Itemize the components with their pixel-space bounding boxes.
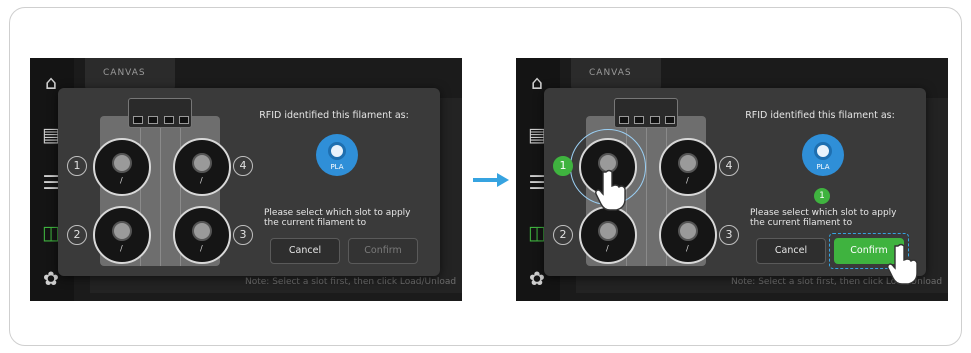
slot-number-4[interactable]: 4 (719, 156, 739, 176)
filament-label: PLA (330, 163, 344, 171)
spool-slot-3[interactable]: / (659, 206, 717, 264)
pla-filament-icon: PLA (802, 134, 844, 176)
filament-label: PLA (816, 163, 830, 171)
cancel-button[interactable]: Cancel (270, 238, 340, 264)
slot-number-1-selected[interactable]: 1 (553, 156, 573, 176)
cancel-button[interactable]: Cancel (756, 238, 826, 264)
slot-prompt: Please select which slot to apply the cu… (750, 208, 897, 228)
confirm-button-disabled[interactable]: Confirm (348, 238, 418, 264)
slot-number-4[interactable]: 4 (233, 156, 253, 176)
slot-number-3[interactable]: 3 (719, 225, 739, 245)
spool-slot-4[interactable]: / (659, 138, 717, 196)
tab-canvas-label: CANVAS (589, 68, 632, 78)
printer-screen-before: ⌂ ▤ ☰ ◫ ✿ CANVAS Note: Select a slot fir… (30, 58, 462, 301)
canvas-hub (128, 98, 192, 128)
footer-note: Note: Select a slot first, then click Lo… (245, 277, 457, 287)
tab-canvas-label: CANVAS (103, 68, 146, 78)
dialog-title: RFID identified this filament as: (259, 110, 409, 121)
tab-canvas[interactable]: CANVAS (571, 58, 661, 90)
pla-filament-icon: PLA (316, 134, 358, 176)
dialog-title: RFID identified this filament as: (745, 110, 895, 121)
slot-number-2[interactable]: 2 (553, 225, 573, 245)
right-arrow-icon (473, 173, 509, 187)
slot-number-1[interactable]: 1 (67, 156, 87, 176)
rfid-dialog: / / / / 1 4 2 3 RFID identified this fil… (58, 88, 440, 276)
spool-slot-2[interactable]: / (579, 206, 637, 264)
slot-number-2[interactable]: 2 (67, 225, 87, 245)
canvas-hub (614, 98, 678, 128)
spool-slot-1[interactable]: / (93, 138, 151, 196)
slot-prompt: Please select which slot to apply the cu… (264, 208, 411, 228)
tap-hand-icon (887, 243, 918, 285)
spool-slot-2[interactable]: / (93, 206, 151, 264)
spool-slot-4[interactable]: / (173, 138, 231, 196)
tap-hand-icon (595, 169, 626, 211)
rfid-dialog: / / / / 1 4 2 3 RFID identified this fil… (544, 88, 926, 285)
printer-screen-after: ⌂ ▤ ☰ ◫ ✿ CANVAS Note: Select a slot fir… (516, 58, 948, 301)
tab-canvas[interactable]: CANVAS (85, 58, 175, 90)
selected-slot-badge: 1 (814, 188, 830, 204)
spool-slot-3[interactable]: / (173, 206, 231, 264)
slot-number-3[interactable]: 3 (233, 225, 253, 245)
